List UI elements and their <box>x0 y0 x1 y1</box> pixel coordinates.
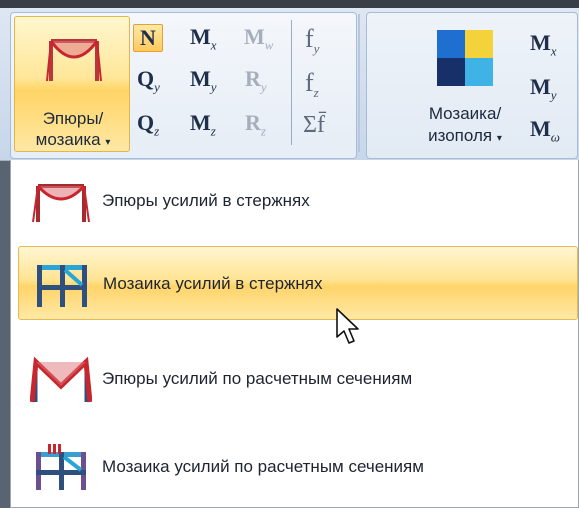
menu-item-label: Эпюры усилий в стержнях <box>102 191 310 210</box>
dropdown-menu: Эпюры усилий в стержнях Мозаика усилий в… <box>10 160 579 508</box>
section-force-mosaic-icon <box>36 444 86 490</box>
force-mw-button[interactable]: Mw <box>244 24 273 53</box>
force-ry-button[interactable]: Ry <box>245 66 267 95</box>
mosaic-my-button[interactable]: My <box>530 74 557 103</box>
plots-button-label-line2: мозаика ▾ <box>35 130 111 149</box>
force-qy-button[interactable]: Qy <box>137 66 160 95</box>
ribbon: Эпюры/ мозаика ▾ N Mx Mw Qy My Ry Qz Mz … <box>0 0 579 161</box>
menu-item-section-force-diagrams[interactable]: Эпюры усилий по расчетным сечениям <box>18 342 578 416</box>
mosaic-button-label-line2: изополя ▾ <box>428 126 502 145</box>
force-n-button[interactable]: N <box>133 24 163 52</box>
plot-diagram-icon <box>46 39 102 82</box>
mosaic-button-label-line1: Мозаика/ <box>428 104 502 123</box>
sum-f-button[interactable]: Σf̄ <box>303 112 325 139</box>
menu-item-bar-force-mosaic[interactable]: Мозаика усилий в стержнях <box>18 246 578 320</box>
force-rz-button[interactable]: Rz <box>245 110 266 139</box>
force-mz-button[interactable]: Mz <box>190 110 216 139</box>
mosaic-mx-button[interactable]: Mx <box>530 30 557 59</box>
force-my-button[interactable]: My <box>190 66 217 95</box>
chevron-down-icon: ▾ <box>496 133 502 144</box>
plots-button-label-line1: Эпюры/ <box>42 109 104 128</box>
force-qz-button[interactable]: Qz <box>137 110 159 139</box>
menu-item-label: Мозаика усилий по расчетным сечениям <box>102 457 424 476</box>
menu-item-label: Эпюры усилий по расчетным сечениям <box>102 369 413 388</box>
menu-item-bar-force-diagrams[interactable]: Эпюры усилий в стержнях <box>18 164 578 238</box>
bar-force-mosaic-icon <box>37 265 87 307</box>
screenshot-frame: Эпюры/ мозаика ▾ N Mx Mw Qy My Ry Qz Mz … <box>0 0 579 508</box>
mosaic-isofields-dropdown-button[interactable]: Мозаика/ изополя ▾ <box>410 30 520 152</box>
plots-mosaic-dropdown-button[interactable]: Эпюры/ мозаика ▾ <box>14 16 130 152</box>
fy-button[interactable]: fy <box>305 24 319 57</box>
chevron-down-icon: ▾ <box>105 137 111 148</box>
menu-item-label: Мозаика усилий в стержнях <box>103 274 323 293</box>
menu-item-section-force-mosaic[interactable]: Мозаика усилий по расчетным сечениям <box>18 430 578 504</box>
mosaic-mw-button[interactable]: Mω <box>530 116 560 145</box>
ribbon-divider <box>291 20 292 145</box>
bar-force-diagram-icon <box>32 184 90 223</box>
section-force-diagram-icon <box>30 356 92 403</box>
fz-button[interactable]: fz <box>305 68 319 101</box>
title-strip <box>0 0 579 8</box>
mosaic-icon <box>437 30 493 86</box>
force-mx-button[interactable]: Mx <box>190 24 217 53</box>
mouse-pointer-icon <box>336 308 359 344</box>
group-separator <box>358 14 360 152</box>
